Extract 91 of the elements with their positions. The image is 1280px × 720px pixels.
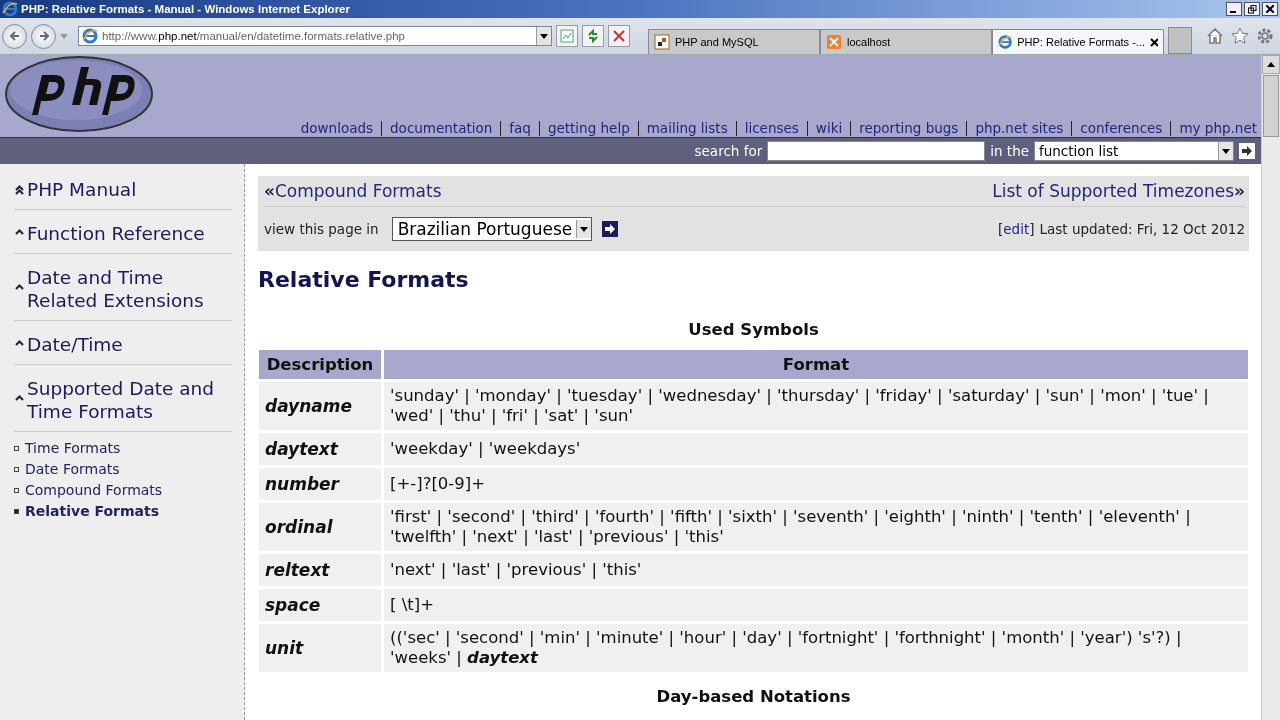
compatibility-button[interactable]: [556, 25, 578, 47]
edit-link[interactable]: edit: [1003, 221, 1030, 237]
page-heading: Relative Formats: [258, 267, 470, 292]
nav-link[interactable]: my php.net: [1179, 120, 1257, 136]
xampp-icon: [826, 34, 842, 50]
scrollbar-thumb[interactable]: [1263, 75, 1279, 137]
restore-icon: [1247, 4, 1257, 14]
scope-label: in the: [990, 143, 1029, 159]
column-header: Description: [259, 350, 381, 379]
up-arrow-icon: [1267, 62, 1275, 67]
go-arrow-icon[interactable]: [601, 221, 618, 237]
sidebar-item[interactable]: Time Formats: [14, 438, 232, 459]
double-caret-icon: [14, 183, 25, 196]
restore-button[interactable]: [1244, 2, 1260, 16]
home-icon[interactable]: [1206, 27, 1224, 45]
back-arrow-icon: [8, 30, 21, 42]
settings-icon[interactable]: [1256, 27, 1274, 45]
back-button[interactable]: [2, 23, 27, 49]
nav-link[interactable]: downloads: [300, 120, 374, 136]
nav-link[interactable]: conferences: [1080, 120, 1163, 136]
browser-tab[interactable]: PHP and MySQL: [648, 29, 820, 54]
table-cell: reltext: [259, 554, 381, 586]
minimize-button[interactable]: [1226, 2, 1242, 16]
search-field[interactable]: [767, 141, 986, 161]
page-chart-icon: [560, 29, 574, 43]
nav-link[interactable]: licenses: [744, 120, 799, 136]
dropdown-arrow-icon: [1222, 148, 1230, 154]
dropdown-arrow-icon: [540, 33, 548, 39]
column-header: Format: [384, 350, 1248, 379]
table-cell: 'sunday' | 'monday' | 'tuesday' | 'wednesday' | 'thursday' | 'friday' | 'saturday' | 'sun' | 'mon' | 'tue' | 'wed' | 'thu' | 'fri' | 'sat' | 'sun': [384, 382, 1248, 430]
refresh-button[interactable]: [582, 25, 604, 47]
prev-mark: «: [264, 181, 275, 201]
sidebar-link[interactable]: Supported Date and Time Formats: [14, 375, 232, 432]
e-logo-icon: [998, 34, 1013, 50]
sidebar-link[interactable]: Date and Time Related Extensions: [14, 264, 232, 321]
table-caption: Used Symbols: [687, 320, 820, 339]
table-cell: daytext: [259, 433, 381, 465]
bracket-open: [: [998, 221, 1004, 237]
star-icon[interactable]: [1231, 27, 1249, 45]
sidebar-link[interactable]: Date/Time: [14, 331, 232, 365]
bracket-close: ]: [1029, 221, 1035, 237]
view-label: view this page in: [264, 221, 379, 237]
go-arrow-icon[interactable]: [1239, 143, 1255, 159]
nav-link[interactable]: getting help: [547, 120, 630, 136]
prev-link[interactable]: Compound Formats: [275, 181, 442, 201]
browser-tab[interactable]: localhost: [820, 29, 992, 54]
forward-button[interactable]: [31, 23, 56, 49]
language-dropdown[interactable]: Brazilian Portuguese: [391, 217, 592, 241]
next-mark: »: [1234, 181, 1245, 201]
close-icon: [613, 30, 625, 42]
sidebar-item[interactable]: Relative Formats: [14, 501, 232, 522]
scrollbar[interactable]: [1261, 55, 1280, 720]
nav-link[interactable]: faq: [509, 120, 531, 136]
last-updated: Last updated: Fri, 12 Oct 2012: [1039, 221, 1245, 237]
nav-link[interactable]: php.net sites: [975, 120, 1064, 136]
sidebar-item[interactable]: Compound Formats: [14, 480, 232, 501]
table-cell: number: [259, 468, 381, 500]
page-icon: [654, 34, 670, 50]
sidebar-link[interactable]: Function Reference: [14, 220, 232, 254]
table-cell: unit: [259, 624, 381, 672]
table-cell: 'weekday' | 'weekdays': [384, 433, 1248, 465]
next-link[interactable]: List of Supported Timezones: [992, 181, 1234, 201]
forward-arrow-icon: [37, 30, 50, 42]
sidebar-link[interactable]: PHP Manual: [14, 176, 232, 210]
table-cell: (('sec' | 'second' | 'min' | 'minute' | 'hour' | 'day' | 'fortnight' | 'forthnight' | 'month' | 'year') 's'?) | 'weeks' | daytext: [384, 624, 1248, 672]
browser-tab[interactable]: PHP: Relative Formats -...: [992, 29, 1164, 54]
table-cell: 'next' | 'last' | 'previous' | 'this': [384, 554, 1248, 586]
e-logo-icon: [2, 1, 18, 17]
sidebar-item[interactable]: Date Formats: [14, 459, 232, 480]
table-cell: space: [259, 589, 381, 621]
nav-link[interactable]: reporting bugs: [859, 120, 959, 136]
address-field[interactable]: http://www.php.net/manual/en/datetime.formats.relative.php: [78, 26, 552, 46]
dropdown-arrow-icon: [579, 226, 588, 232]
close-icon: [1266, 5, 1274, 13]
table-cell: dayname: [259, 382, 381, 430]
close-button[interactable]: [1262, 2, 1278, 16]
window-title: PHP: Relative Formats - Manual - Windows Internet Explorer: [21, 3, 350, 15]
table-caption: Day-based Notations: [655, 687, 852, 706]
stop-button[interactable]: [608, 25, 630, 47]
nav-link[interactable]: mailing lists: [646, 120, 728, 136]
table-cell: 'first' | 'second' | 'third' | 'fourth' | 'fifth' | 'sixth' | 'seventh' | 'eighth' | 'ninth' | 'tenth' | 'eleventh' | 'twelfth' | 'next' | 'last' | 'previous' | 'this': [384, 503, 1248, 551]
table-cell: [ \t]+: [384, 589, 1248, 621]
nav-link[interactable]: wiki: [815, 120, 843, 136]
search-label: search for: [694, 143, 763, 159]
refresh-icon: [586, 29, 600, 43]
scope-dropdown[interactable]: function list: [1034, 141, 1234, 161]
table-cell: [+-]?[0-9]+: [384, 468, 1248, 500]
close-tab-icon[interactable]: [1150, 37, 1158, 47]
e-logo-icon: [82, 28, 98, 44]
table-cell: ordinal: [259, 503, 381, 551]
nav-link[interactable]: documentation: [390, 120, 493, 136]
